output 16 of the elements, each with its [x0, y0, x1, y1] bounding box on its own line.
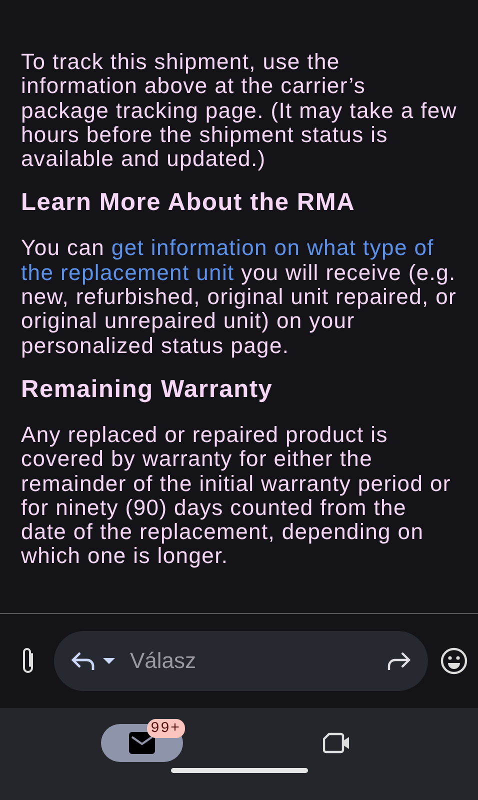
reply-field[interactable]: Válasz	[54, 631, 428, 691]
mail-icon	[128, 732, 154, 754]
section-heading: Remaining Warranty	[21, 376, 274, 404]
unread-badge: 99+	[146, 719, 185, 738]
section-heading: Learn More About the RMA	[21, 189, 356, 218]
forward-icon[interactable]	[386, 650, 412, 672]
video-camera-icon	[322, 732, 350, 754]
info-link[interactable]: get information on what type of	[111, 235, 434, 260]
info-link[interactable]: the replacement unit	[21, 260, 234, 285]
reply-input[interactable]: Válasz	[122, 648, 380, 674]
reply-icon[interactable]	[70, 650, 96, 672]
body-paragraph: Any replaced or repaired product is covered by warranty for either the remainder of the initial warranty period or for ninety (90) days counted from the date of the replacement, depending on which one is longer.	[21, 422, 452, 569]
body-paragraph: You can get information on what type of the replacement unit you will receive (e.g. new, refurbished, original unit repaired, or original unrepaired unit) on your personalized status page.	[21, 236, 458, 358]
caret-icon[interactable]	[102, 656, 116, 666]
emoji-icon[interactable]	[440, 647, 468, 675]
body-paragraph: To track this shipment, use the information above at the carrier’s package tracking page. (It may take a few hours before the shipment status is available and updated.)	[21, 50, 458, 172]
